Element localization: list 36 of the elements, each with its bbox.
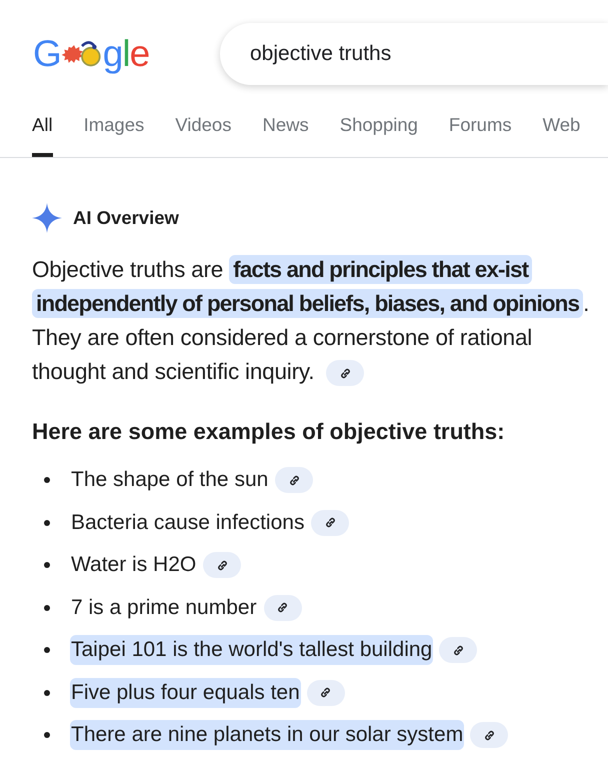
search-field[interactable]: objective truths [220,23,608,85]
source-link-button[interactable] [264,594,302,621]
bullet-icon [44,562,50,568]
bullet-icon [44,647,50,654]
source-link-button[interactable] [439,637,478,664]
list-item-text: There are nine planets in our solar system [70,720,464,750]
logo-letter: G [33,33,61,75]
source-link-button[interactable] [326,360,364,386]
tab[interactable]: Shopping [340,110,418,157]
source-link-button[interactable] [306,680,345,706]
bullet-icon [44,690,50,696]
source-link-button[interactable] [275,467,314,494]
heading: Here are some examples of objective truths: [32,419,506,445]
source-link-button[interactable] [311,510,350,536]
list-item-text: Five plus four equals ten [70,678,301,708]
list-item-text: 7 is a prime number [70,594,258,621]
tab[interactable]: News [262,110,309,157]
section-title: AI Overview [73,207,179,229]
tab[interactable]: All [32,110,53,157]
bullet-icon [44,520,50,526]
bullet-icon [44,604,50,611]
list-item-text: Water is H2O [70,552,198,578]
source-link-button[interactable] [470,722,508,748]
list-item-text: Taipei 101 is the world's tallest building [70,635,434,666]
list-item-text: The shape of the sun [70,467,270,494]
tab[interactable]: Images [84,110,144,157]
source-link-button[interactable] [203,552,242,578]
logo-text: gle [102,33,150,75]
bullet-icon [44,477,50,484]
tab[interactable]: Forums [448,110,512,157]
tab[interactable]: Videos [175,110,232,157]
bullet-icon [44,732,50,738]
tab[interactable]: Web [542,110,580,157]
overview-paragraph: Objective truths are facts and principles that ex-ist independently of personal beliefs, biases, and opinions . They are often considered a cornerstone of rational thought and scientific inquiry. [32,253,602,389]
list-item-text: Bacteria cause infections [70,510,306,536]
sparkle-icon [32,203,62,233]
